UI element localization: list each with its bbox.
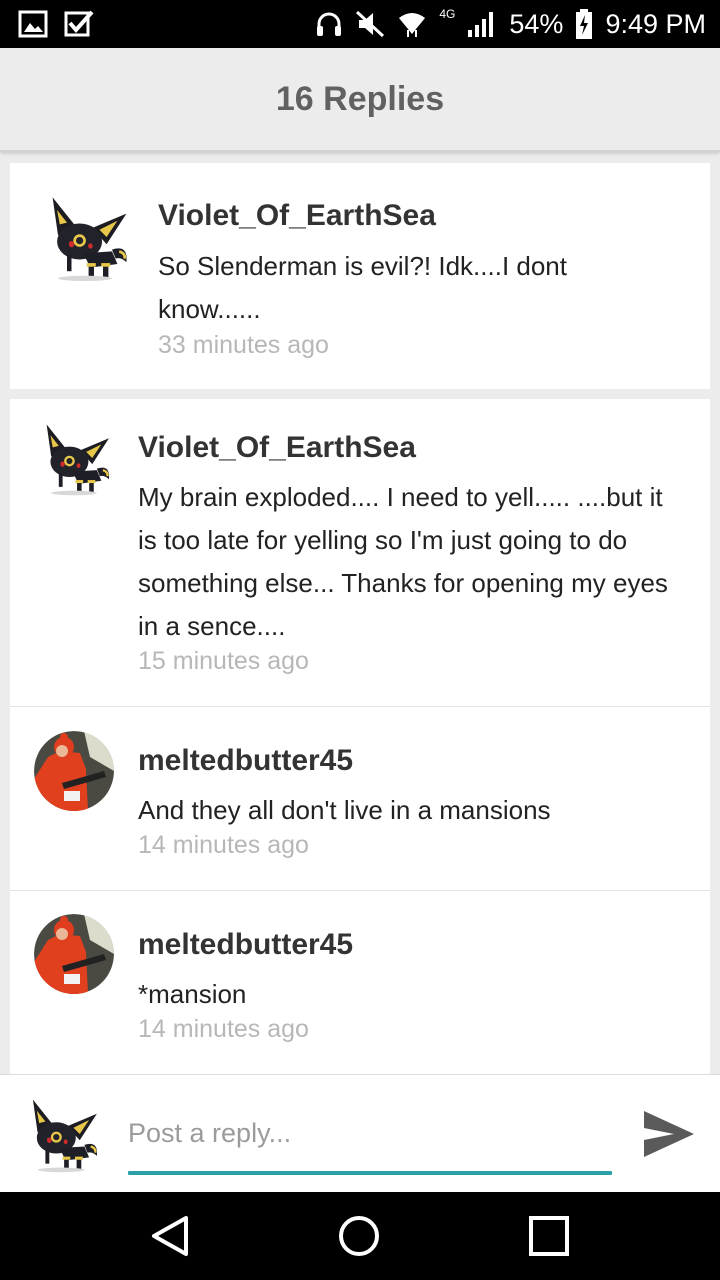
network-label: 4G xyxy=(439,7,456,21)
reply-timestamp: 14 minutes ago xyxy=(138,1015,309,1043)
reply-item[interactable]: meltedbutter45 And they all don't live i… xyxy=(10,707,710,890)
reply-item[interactable]: Violet_Of_EarthSea My brain exploded....… xyxy=(10,399,710,706)
back-icon[interactable] xyxy=(148,1214,192,1258)
replies-header: 16 Replies xyxy=(0,48,720,152)
battery-percent: 54% xyxy=(509,8,564,39)
navigation-bar xyxy=(0,1192,720,1280)
red-costume-avatar[interactable] xyxy=(34,914,114,994)
battery-charging-icon xyxy=(576,9,593,39)
mute-icon xyxy=(356,10,385,38)
replies-group: Violet_Of_EarthSea My brain exploded....… xyxy=(10,399,710,1074)
home-icon[interactable] xyxy=(337,1214,381,1258)
root-comment[interactable]: Violet_Of_EarthSea So Slenderman is evil… xyxy=(10,163,710,389)
signal-icon xyxy=(468,12,494,37)
reply-username[interactable]: meltedbutter45 xyxy=(138,744,353,778)
reply-composer xyxy=(0,1074,720,1192)
input-underline xyxy=(128,1171,612,1175)
reply-message: And they all don't live in a mansions xyxy=(138,795,551,825)
umbreon-avatar xyxy=(22,1093,100,1175)
gallery-icon xyxy=(18,10,48,38)
reply-username[interactable]: Violet_Of_EarthSea xyxy=(138,431,416,465)
reply-input[interactable] xyxy=(128,1111,612,1155)
comment-username[interactable]: Violet_Of_EarthSea xyxy=(158,199,436,233)
reply-message: My brain exploded.... I need to yell....… xyxy=(138,482,668,641)
umbreon-avatar[interactable] xyxy=(36,417,112,499)
comment-message: So Slenderman is evil?! Idk....I dont kn… xyxy=(158,251,567,324)
reply-timestamp: 15 minutes ago xyxy=(138,647,309,675)
umbreon-avatar[interactable] xyxy=(40,187,130,287)
page-title: 16 Replies xyxy=(275,79,445,118)
replies-list[interactable]: Violet_Of_EarthSea So Slenderman is evil… xyxy=(0,152,720,1074)
status-bar: 4G 54% 9:49 PM xyxy=(0,0,720,48)
checkbox-icon xyxy=(64,10,94,37)
clock: 9:49 PM xyxy=(605,8,706,39)
reply-item[interactable]: meltedbutter45 *mansion 14 minutes ago xyxy=(10,891,710,1074)
reply-username[interactable]: meltedbutter45 xyxy=(138,928,353,962)
red-costume-avatar[interactable] xyxy=(34,731,114,811)
reply-message: *mansion xyxy=(138,979,247,1009)
reply-timestamp: 14 minutes ago xyxy=(138,831,309,859)
headphones-icon xyxy=(317,12,342,36)
send-icon[interactable] xyxy=(640,1105,698,1163)
wifi-icon xyxy=(399,13,426,37)
recents-icon[interactable] xyxy=(527,1214,571,1258)
comment-timestamp: 33 minutes ago xyxy=(158,331,329,359)
